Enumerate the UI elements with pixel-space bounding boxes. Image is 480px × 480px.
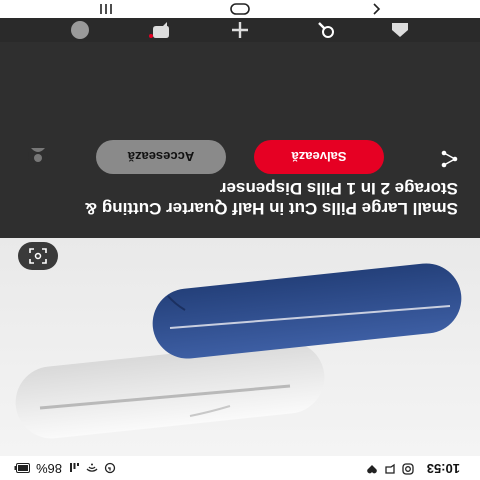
status-time: 10:53 [426, 461, 460, 476]
plus-icon[interactable] [222, 18, 258, 42]
pill-box-illustration [15, 263, 462, 439]
system-navigation [0, 0, 480, 18]
status-right: 86% [14, 461, 116, 476]
share-icon[interactable] [440, 145, 458, 168]
save-button[interactable]: Salvează [254, 140, 384, 174]
home-icon[interactable] [382, 18, 418, 42]
bottom-navigation [0, 18, 480, 42]
notifications-icon[interactable] [142, 18, 178, 42]
heart-icon [367, 465, 377, 474]
home-circle-icon[interactable] [228, 2, 252, 16]
status-left-icons [366, 463, 414, 475]
recent-apps-icon[interactable] [94, 2, 118, 16]
search-icon[interactable] [308, 18, 344, 42]
status-bar: 10:53 86% [0, 456, 480, 480]
visual-search-icon[interactable] [18, 242, 58, 270]
alarm-icon [104, 463, 116, 474]
pinterest-pin-screen: 10:53 86% Small Large Pills Cut in Half … [0, 0, 480, 480]
pin-title: Small Large Pills Cut in Half Quarter Cu… [84, 179, 458, 218]
battery-icon [14, 463, 30, 474]
battery-percent: 86% [36, 461, 63, 476]
instagram-icon [402, 463, 414, 475]
pin-image[interactable] [0, 238, 480, 456]
avatar-icon[interactable] [28, 146, 48, 166]
wifi-icon [86, 464, 98, 473]
profile-avatar-icon[interactable] [62, 18, 98, 42]
signal-icon [70, 463, 80, 473]
chat-icon [385, 463, 395, 474]
blue-pill-case [152, 263, 462, 359]
back-chevron-icon[interactable] [364, 2, 388, 16]
visit-button[interactable]: Accesează [96, 140, 226, 174]
